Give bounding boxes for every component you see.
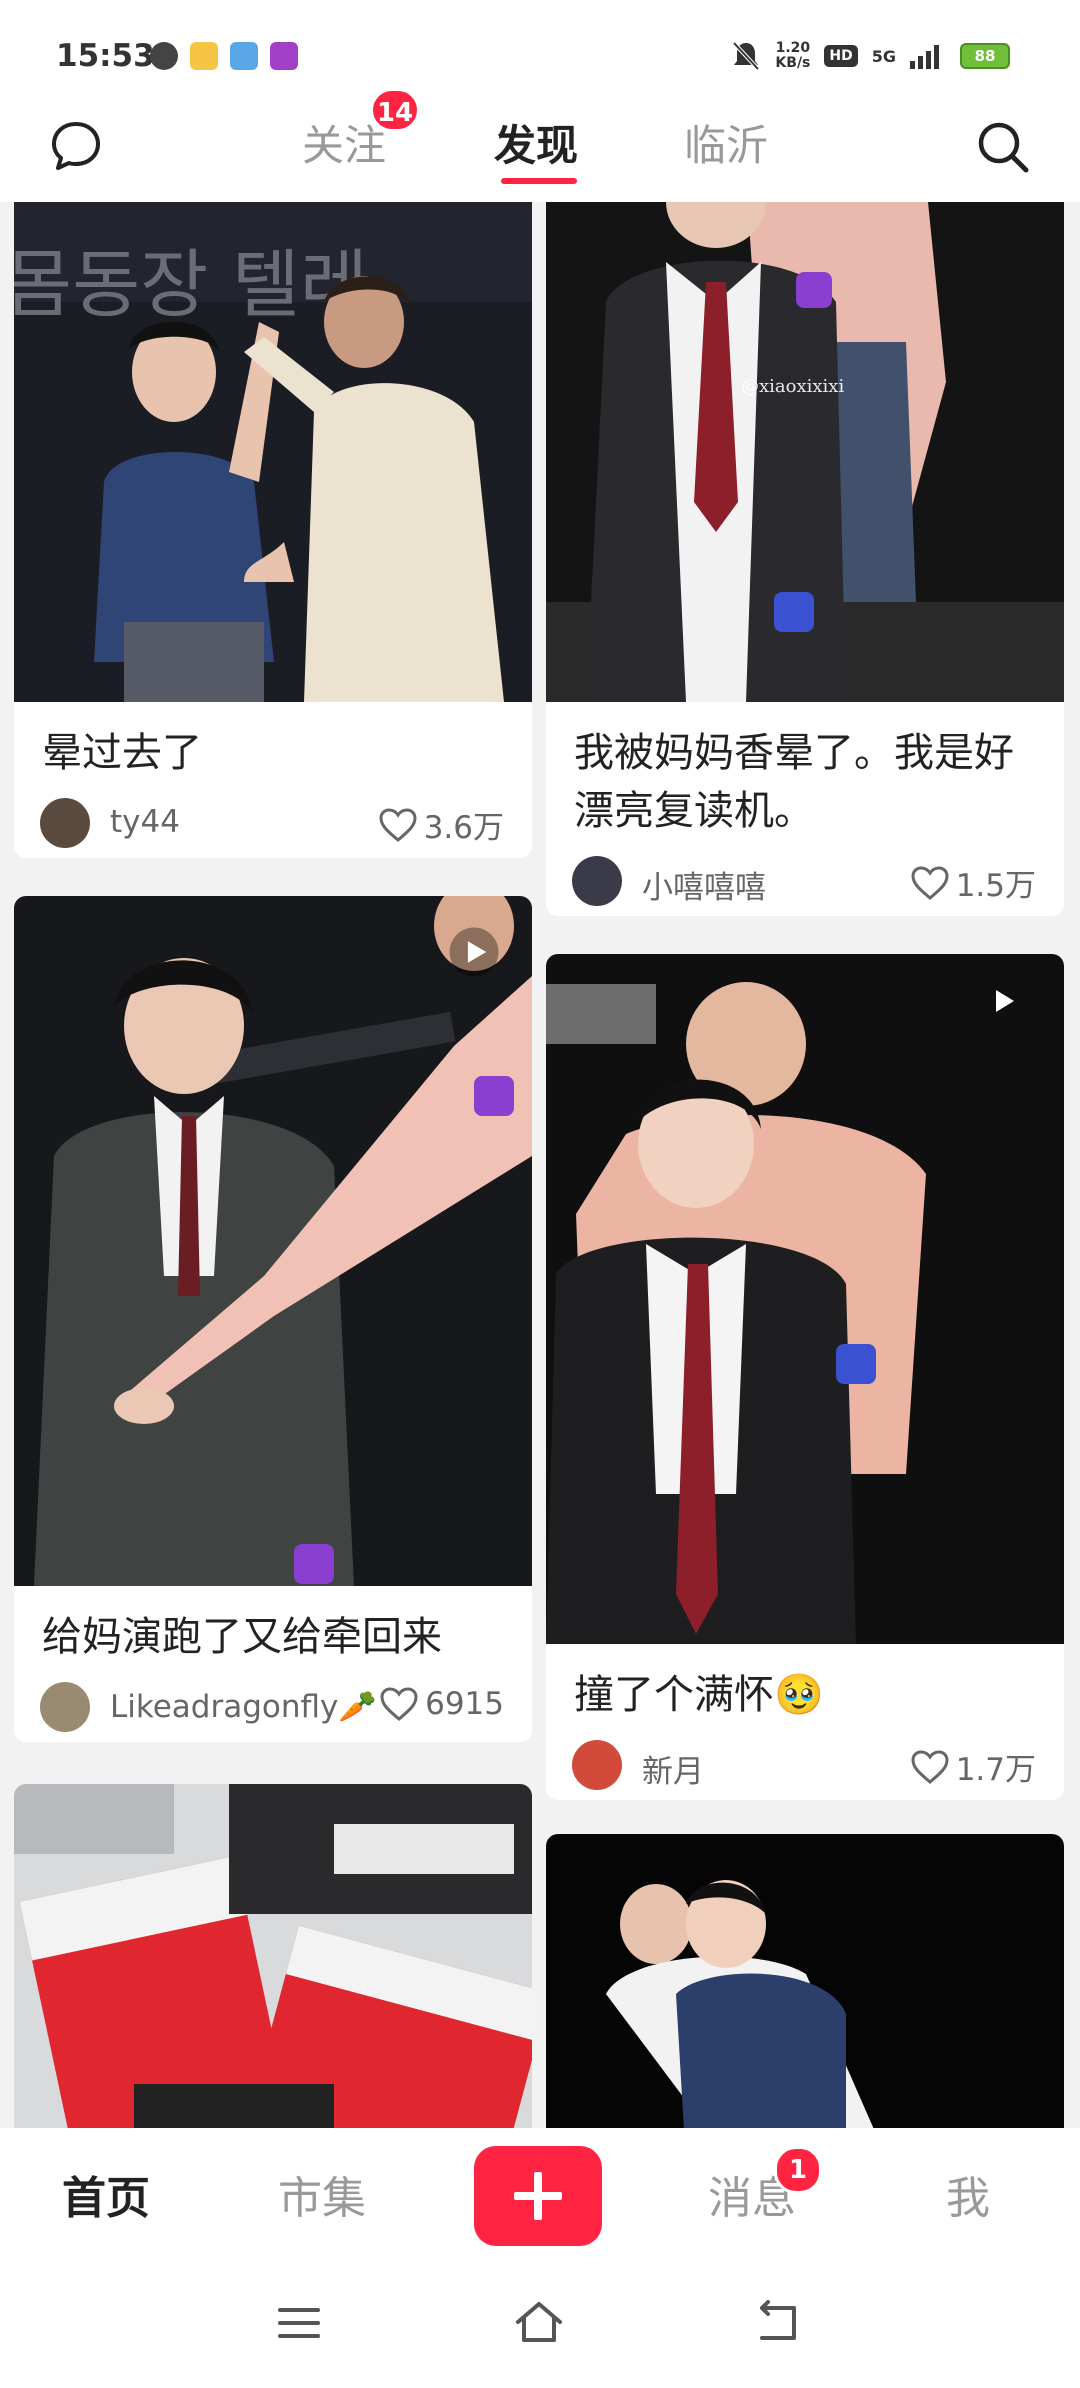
like-count: 1.7万 <box>955 1752 1036 1788</box>
game-app-icon <box>270 42 298 70</box>
like-button[interactable]: 1.5万 <box>910 860 1036 905</box>
note-title: 我被妈妈香晕了。我是好漂亮复读机。 <box>574 730 1014 834</box>
speed-unit: KB/s <box>775 55 811 71</box>
mute-bell-icon <box>732 41 760 71</box>
nav-home-label: 首页 <box>62 2173 150 2224</box>
network-speed: 1.20 KB/s <box>775 41 810 71</box>
tab-discover[interactable]: 发现 <box>494 112 578 173</box>
globe-icon <box>150 42 178 70</box>
like-button[interactable]: 1.7万 <box>910 1744 1036 1789</box>
note-cover-image[interactable] <box>546 1834 1064 2128</box>
search-icon[interactable] <box>974 118 1032 176</box>
cloud-app-icon <box>230 42 258 70</box>
status-bar: 15:53 1.20 KB/s HD 5G 88 <box>0 0 1080 110</box>
like-count: 6915 <box>425 1686 504 1722</box>
note-meta: Likeadragonfly🥕 6915 <box>14 1666 532 1742</box>
backdrop-text: 몸동장 텔레 <box>14 242 368 328</box>
note-card[interactable]: @xiaoxixixi 我被妈妈香晕了。我是好漂亮复读机。 小嘻嘻嘻 1.5万 <box>546 202 1064 916</box>
author-name[interactable]: Likeadragonfly🥕 <box>110 1688 377 1725</box>
publish-button[interactable] <box>474 2146 602 2246</box>
note-card[interactable] <box>546 1834 1064 2128</box>
status-time: 15:53 <box>56 38 155 74</box>
heart-icon <box>380 1687 418 1721</box>
play-icon <box>449 927 499 977</box>
chat-bubble-icon[interactable] <box>48 118 104 174</box>
heart-icon <box>911 865 949 900</box>
note-meta: 新月 1.7万 <box>546 1724 1064 1800</box>
tab-discover-label: 发现 <box>494 121 579 170</box>
status-app-icons <box>150 42 298 70</box>
avatar[interactable] <box>572 856 622 906</box>
weibo-icon <box>190 42 218 70</box>
nav-market-label: 市集 <box>278 2173 366 2224</box>
tab-local-label: 临沂 <box>684 121 769 170</box>
bottom-nav: 首页 市集 消息 1 我 <box>0 2128 1080 2258</box>
back-icon[interactable] <box>754 2300 804 2346</box>
signal-icon <box>910 45 939 69</box>
like-button[interactable]: 3.6万 <box>378 802 504 847</box>
like-count: 3.6万 <box>423 810 504 846</box>
note-title: 给妈演跑了又给牵回来 <box>42 1614 442 1660</box>
plus-icon-vertical <box>534 2172 542 2220</box>
note-title: 撞了个满怀🥹 <box>574 1672 824 1718</box>
note-card[interactable] <box>14 1784 532 2128</box>
nav-me[interactable]: 我 <box>946 2162 990 2226</box>
battery-icon: 88 <box>960 43 1010 69</box>
heart-icon <box>911 1749 949 1784</box>
tab-local[interactable]: 临沂 <box>684 112 768 173</box>
note-card[interactable]: 撞了个满怀🥹 新月 1.7万 <box>546 954 1064 1800</box>
nav-market[interactable]: 市集 <box>278 2162 366 2226</box>
note-meta: 小嘻嘻嘻 1.5万 <box>546 840 1064 916</box>
tab-follow-label: 关注 <box>302 121 387 170</box>
play-icon <box>996 990 1014 1012</box>
avatar[interactable] <box>572 1740 622 1790</box>
nav-me-label: 我 <box>946 2173 990 2224</box>
discover-feed[interactable]: 몸동장 텔레 晕过去了 ty44 3.6万 @xiaoxixixi 我被妈妈香晕… <box>0 202 1080 2128</box>
note-cover-image[interactable] <box>14 896 532 1586</box>
avatar[interactable] <box>40 1682 90 1732</box>
note-cover-image[interactable] <box>14 1784 532 2128</box>
watermark: @xiaoxixixi <box>741 376 844 397</box>
note-title: 晕过去了 <box>42 730 202 776</box>
hd-icon: HD <box>824 45 858 67</box>
menu-icon[interactable] <box>274 2300 324 2346</box>
note-cover-image[interactable]: 몸동장 텔레 <box>14 202 532 702</box>
avatar[interactable] <box>40 798 90 848</box>
speed-value: 1.20 <box>775 40 811 56</box>
system-nav-bar <box>0 2258 1080 2388</box>
top-nav: 关注 14 发现 临沂 <box>0 88 1080 202</box>
note-cover-image[interactable] <box>546 954 1064 1644</box>
network-type: 5G <box>871 46 896 66</box>
note-card[interactable]: 몸동장 텔레 晕过去了 ty44 3.6万 <box>14 202 532 858</box>
author-name[interactable]: 小嘻嘻嘻 <box>642 862 766 907</box>
messages-badge: 1 <box>774 2146 822 2194</box>
like-count: 1.5万 <box>955 868 1036 904</box>
note-card[interactable]: 给妈演跑了又给牵回来 Likeadragonfly🥕 6915 <box>14 896 532 1742</box>
author-name[interactable]: ty44 <box>110 804 180 840</box>
heart-icon <box>379 807 417 842</box>
nav-home[interactable]: 首页 <box>62 2162 150 2226</box>
home-icon[interactable] <box>514 2300 564 2346</box>
author-name[interactable]: 新月 <box>642 1746 704 1791</box>
status-right: 1.20 KB/s HD 5G 88 <box>731 40 1010 72</box>
like-button[interactable]: 6915 <box>379 1686 504 1722</box>
note-cover-image[interactable]: @xiaoxixixi <box>546 202 1064 702</box>
active-tab-indicator <box>501 178 577 184</box>
note-meta: ty44 3.6万 <box>14 782 532 858</box>
follow-count-badge: 14 <box>370 88 420 132</box>
